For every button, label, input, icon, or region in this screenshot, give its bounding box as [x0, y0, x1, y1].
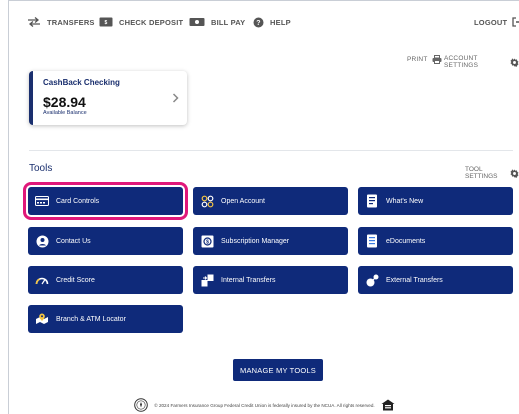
whats-new-icon — [365, 194, 379, 208]
map-pin-icon — [35, 312, 49, 326]
tool-whats-new[interactable]: What's New — [358, 187, 513, 215]
top-nav: TRANSFERS $ CHECK DEPOSIT BILL PAY ? HEL… — [9, 1, 519, 45]
printer-icon — [432, 55, 442, 64]
tool-edocuments[interactable]: eDocuments — [358, 227, 513, 255]
edocuments-icon — [365, 234, 379, 248]
account-card[interactable]: CashBack Checking $28.94 Available Balan… — [29, 71, 187, 125]
account-balance: $28.94 — [43, 94, 86, 110]
tool-open-account[interactable]: Open Account — [193, 187, 348, 215]
tool-label: eDocuments — [386, 237, 426, 245]
tool-settings-label: TOOL SETTINGS — [465, 166, 498, 180]
tool-contact-us[interactable]: Contact Us — [28, 227, 183, 255]
tool-label: Branch & ATM Locator — [56, 315, 126, 323]
nav-bill-pay-label: BILL PAY — [211, 17, 246, 27]
account-name: CashBack Checking — [43, 78, 120, 87]
tool-label: Credit Score — [56, 276, 95, 284]
tool-internal-transfers[interactable]: Internal Transfers — [193, 266, 348, 294]
tool-external-transfers[interactable]: External Transfers — [358, 266, 513, 294]
svg-text:?: ? — [256, 20, 260, 27]
nav-check-deposit-label: CHECK DEPOSIT — [119, 17, 184, 27]
tool-label: Contact Us — [56, 237, 91, 245]
check-deposit-icon: $ — [99, 17, 113, 27]
tool-card-controls[interactable]: Card Controls — [23, 182, 188, 220]
contact-icon — [35, 234, 49, 248]
card-icon — [35, 194, 49, 208]
ncua-seal-icon — [134, 398, 149, 412]
tool-settings-link[interactable]: TOOL SETTINGS — [465, 166, 519, 180]
app-frame: TRANSFERS $ CHECK DEPOSIT BILL PAY ? HEL… — [8, 0, 519, 414]
print-link[interactable]: PRINT — [407, 55, 442, 64]
balance-label: Available Balance — [43, 110, 87, 116]
tool-label: Internal Transfers — [221, 276, 276, 284]
bill-pay-icon — [189, 17, 205, 27]
logout-label: LOGOUT — [474, 17, 508, 27]
subscription-icon: $ — [200, 234, 214, 248]
tool-label: Subscription Manager — [221, 237, 290, 245]
tool-label: External Transfers — [386, 276, 443, 284]
logout-button[interactable]: LOGOUT — [474, 17, 519, 27]
tools-title: Tools — [29, 163, 53, 174]
print-label: PRINT — [407, 56, 428, 63]
nav-transfers-label: TRANSFERS — [47, 17, 95, 27]
account-settings-label: ACCOUNT SETTINGS — [444, 55, 479, 69]
tool-subscription-manager[interactable]: $ Subscription Manager — [193, 227, 348, 255]
footer: © 2024 Farmers Insurance Group Federal C… — [9, 395, 519, 414]
open-account-icon — [200, 194, 214, 208]
logout-icon — [512, 17, 519, 27]
gear-icon — [510, 57, 519, 67]
help-icon: ? — [253, 17, 264, 28]
external-transfer-icon — [365, 273, 379, 287]
tool-credit-score[interactable]: Credit Score — [28, 266, 183, 294]
nav-help[interactable]: ? HELP — [253, 17, 291, 28]
transfer-arrows-icon — [27, 17, 41, 27]
nav-help-label: HELP — [270, 18, 291, 27]
tool-branch-atm-locator[interactable]: Branch & ATM Locator — [28, 305, 183, 333]
footer-text: © 2024 Farmers Insurance Group Federal C… — [154, 402, 375, 408]
svg-text:$: $ — [105, 20, 108, 26]
gauge-icon — [35, 273, 49, 287]
internal-transfer-icon — [200, 273, 214, 287]
tool-label: What's New — [386, 197, 424, 205]
chevron-right-icon — [172, 90, 179, 108]
nav-bill-pay[interactable]: BILL PAY — [189, 17, 245, 27]
tool-label: Open Account — [221, 197, 265, 205]
gear-icon — [510, 168, 519, 178]
section-divider — [29, 150, 513, 151]
nav-check-deposit[interactable]: $ CHECK DEPOSIT — [99, 17, 183, 27]
nav-transfers[interactable]: TRANSFERS — [27, 17, 95, 27]
equal-housing-icon — [381, 399, 395, 411]
manage-my-tools-button[interactable]: MANAGE MY TOOLS — [233, 359, 323, 381]
svg-text:$: $ — [206, 239, 209, 245]
tool-label: Card Controls — [56, 197, 100, 205]
account-settings-link[interactable]: ACCOUNT SETTINGS — [444, 55, 519, 69]
